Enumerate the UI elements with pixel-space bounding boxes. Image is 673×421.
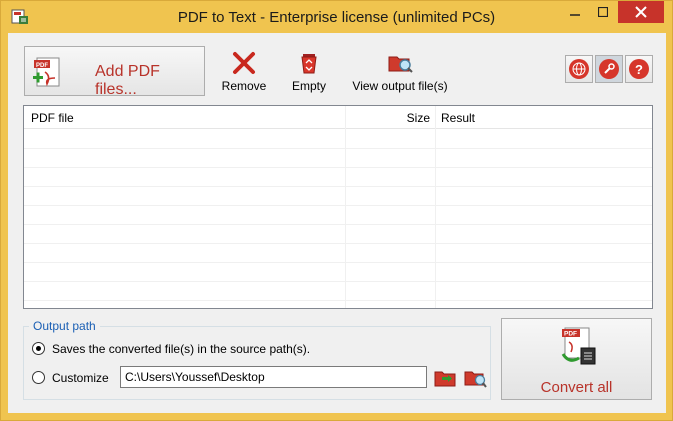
folder-view-icon (388, 56, 413, 73)
svg-text:PDF: PDF (36, 63, 48, 69)
row-divider (24, 243, 652, 244)
help-icon: ? (629, 59, 649, 79)
output-path-group (23, 326, 491, 400)
row-divider (24, 148, 652, 149)
customize-label[interactable]: Customize (52, 371, 109, 385)
add-pdf-files-label: Add PDF files... (95, 63, 160, 98)
convert-all-label: Convert all (540, 379, 613, 396)
output-path-label: Output path (29, 319, 100, 333)
output-path-input[interactable] (120, 366, 427, 388)
view-output-files-button[interactable]: View output file(s) (348, 51, 452, 93)
close-icon (635, 6, 647, 18)
pdf-convert-icon: PDF (561, 327, 596, 365)
utility-buttons: ? (565, 55, 653, 85)
row-divider (24, 224, 652, 225)
row-divider (24, 205, 652, 206)
recycle-bin-icon (301, 54, 317, 74)
remove-label: Remove (221, 79, 267, 93)
title-bar[interactable]: PDF to Text - Enterprise license (unlimi… (1, 1, 672, 33)
view-output-files-label: View output file(s) (352, 79, 448, 93)
column-header-result[interactable]: Result (441, 111, 475, 125)
client-area: PDF Add PDF files... Remove Empty View o… (8, 33, 666, 413)
empty-label: Empty (291, 79, 326, 93)
remove-x-icon (233, 52, 255, 74)
maximize-icon (598, 7, 608, 17)
row-divider (24, 167, 652, 168)
row-divider (24, 186, 652, 187)
app-window: PDF to Text - Enterprise license (unlimi… (0, 0, 673, 421)
row-divider (24, 262, 652, 263)
remove-button[interactable]: Remove (219, 51, 269, 93)
column-header-pdf-file[interactable]: PDF file (31, 111, 74, 125)
website-button[interactable] (565, 55, 593, 83)
row-divider (24, 281, 652, 282)
source-path-label[interactable]: Saves the converted file(s) in the sourc… (52, 342, 310, 356)
pdf-file-list[interactable]: PDF file Size Result (23, 105, 653, 309)
minimize-icon (570, 14, 580, 16)
column-header-size[interactable]: Size (345, 111, 430, 125)
source-path-radio[interactable] (32, 342, 45, 355)
customize-radio[interactable] (32, 371, 45, 384)
column-divider (435, 106, 436, 308)
list-header: PDF file Size Result (24, 106, 652, 129)
wrench-icon (599, 59, 619, 79)
row-divider (24, 300, 652, 301)
column-divider (345, 106, 346, 308)
folder-view-icon[interactable] (463, 367, 487, 389)
convert-all-button[interactable]: PDF Convert all (501, 318, 652, 400)
folder-icon[interactable] (433, 367, 457, 389)
globe-icon (569, 59, 589, 79)
maximize-button[interactable] (589, 1, 617, 23)
minimize-button[interactable] (561, 1, 589, 23)
add-pdf-icon: PDF (33, 57, 60, 87)
empty-button[interactable]: Empty (286, 51, 332, 93)
close-button[interactable] (618, 1, 664, 23)
add-pdf-files-button[interactable]: PDF Add PDF files... (24, 46, 205, 98)
svg-text:PDF: PDF (564, 331, 577, 338)
help-button[interactable]: ? (625, 55, 653, 83)
settings-button[interactable] (595, 55, 623, 83)
